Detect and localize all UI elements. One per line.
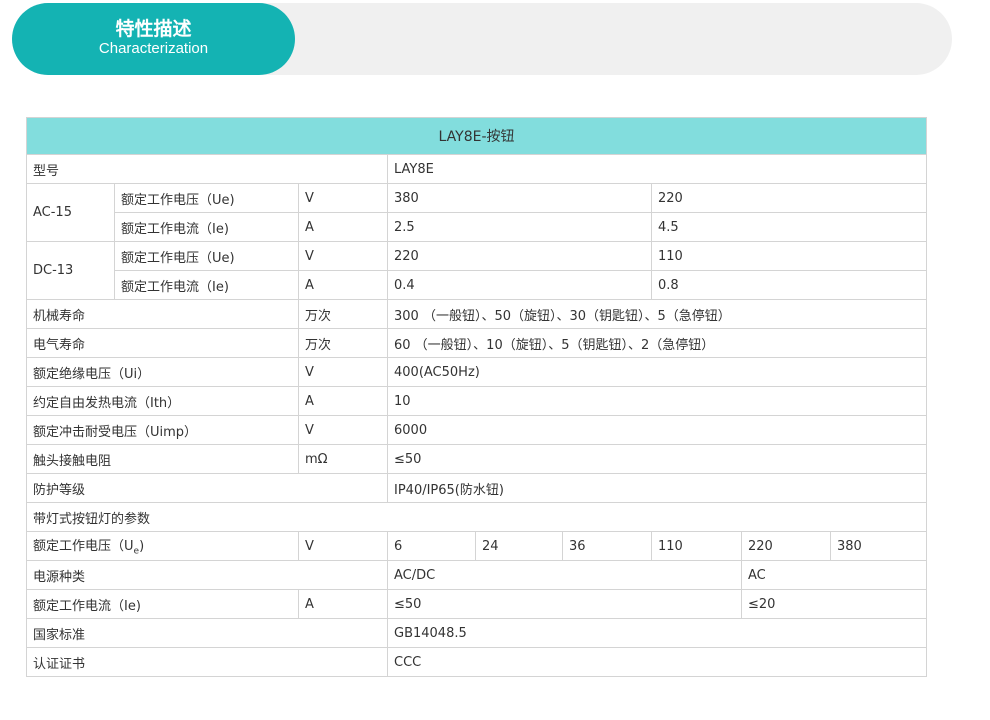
thermal-unit: A [298,386,388,416]
ac15-voltage-value-1: 380 [387,183,652,213]
ac15-voltage-unit: V [298,183,388,213]
power-type-value-1: AC/DC [387,560,742,590]
model-value: LAY8E [386,154,928,184]
dc13-voltage-value-1: 220 [387,241,652,271]
certificate-value: CCC [386,647,928,677]
lamp-current-value-1: ≤50 [387,589,742,619]
mech-life-unit: 万次 [298,299,388,329]
table-row-dc13-current: 额定工作电流（Ie) A 0.4 0.8 [27,270,928,300]
power-type-label: 电源种类 [26,560,388,590]
lamp-params-label: 带灯式按钮灯的参数 [25,502,928,532]
table-row-thermal: 约定自由发热电流（Ith） A 10 [26,386,928,416]
table-row-contact-resistance: 触头接触电阻 mΩ ≤50 [26,444,928,474]
lamp-voltage-label-suffix: ) [139,539,145,555]
table-row-ac15-voltage: AC-15 额定工作电压（Ue) V 380 220 [26,183,928,242]
ac15-label: AC-15 [26,183,115,242]
elec-life-unit: 万次 [298,328,388,358]
dc13-current-value-2: 0.8 [650,270,928,300]
table-row-protection: 防护等级 IP40/IP65(防水钮) [26,473,928,503]
insulation-value: 400(AC50Hz) [386,357,928,387]
section-title-badge: 特性描述 Characterization [12,3,295,75]
certificate-label: 认证证书 [26,647,388,677]
lamp-current-unit: A [298,589,388,619]
contact-resistance-label: 触头接触电阻 [26,444,299,474]
lamp-voltage-unit: V [298,531,388,561]
ac15-current-label: 额定工作电流（Ie) [114,212,299,242]
ac15-voltage-label: 额定工作电压（Ue) [114,183,299,213]
lamp-voltage-label-prefix: 额定工作电压（U [33,539,134,555]
elec-life-value: 60 （一般钮）、10（旋钮）、5（钥匙钮）、2（急停钮） [386,328,928,358]
impulse-value: 6000 [386,415,928,445]
lamp-voltage-value-5: 220 [741,531,831,561]
table-row-impulse: 额定冲击耐受电压（Uimp） V 6000 [26,415,928,445]
power-type-value-2: AC [740,560,928,590]
section-title-cn: 特性描述 [115,18,192,40]
thermal-label: 约定自由发热电流（Ith） [26,386,299,416]
table-row-standard: 国家标准 GB14048.5 [26,618,928,648]
lamp-voltage-value-2: 24 [475,531,563,561]
table-row-lamp-current: 额定工作电流（Ie) A ≤50 ≤20 [26,589,928,619]
dc13-current-unit: A [298,270,388,300]
lamp-current-value-2: ≤20 [740,589,928,619]
lamp-voltage-label: 额定工作电压（Ue) [26,531,299,561]
lamp-voltage-value-4: 110 [651,531,742,561]
dc13-current-label: 额定工作电流（Ie) [114,270,299,300]
lamp-voltage-value-3: 36 [562,531,652,561]
lamp-current-label: 额定工作电流（Ie) [26,589,299,619]
dc13-current-value-1: 0.4 [387,270,652,300]
impulse-label: 额定冲击耐受电压（Uimp） [26,415,299,445]
table-row-insulation: 额定绝缘电压（Ui） V 400(AC50Hz) [26,357,928,387]
insulation-label: 额定绝缘电压（Ui） [26,357,299,387]
mech-life-value: 300 （一般钮）、50（旋钮）、30（钥匙钮）、5（急停钮） [386,299,928,329]
section-title-en: Characterization [98,40,209,57]
ac15-voltage-value-2: 220 [650,183,928,213]
contact-resistance-unit: mΩ [298,444,388,474]
dc13-label: DC-13 [26,241,115,300]
table-row-dc13-voltage: DC-13 额定工作电压（Ue) V 220 110 [26,241,928,300]
standard-value: GB14048.5 [386,618,928,648]
table-row-mech-life: 机械寿命 万次 300 （一般钮）、50（旋钮）、30（钥匙钮）、5（急停钮） [26,299,928,329]
table-row-elec-life: 电气寿命 万次 60 （一般钮）、10（旋钮）、5（钥匙钮）、2（急停钮） [26,328,928,358]
table-row-lamp-params: 带灯式按钮灯的参数 [25,502,928,532]
table-title: LAY8E-按钮 [25,117,928,155]
table-row-lamp-voltage: 额定工作电压（Ue) V 6 24 36 110 220 380 [26,531,928,561]
contact-resistance-value: ≤50 [386,444,928,474]
mech-life-label: 机械寿命 [26,299,299,329]
ac15-current-value-1: 2.5 [387,212,652,242]
table-title-row: LAY8E-按钮 [25,117,928,155]
thermal-value: 10 [386,386,928,416]
insulation-unit: V [298,357,388,387]
protection-value: IP40/IP65(防水钮) [386,473,928,503]
protection-label: 防护等级 [26,473,388,503]
impulse-unit: V [298,415,388,445]
dc13-voltage-unit: V [298,241,388,271]
standard-label: 国家标准 [26,618,388,648]
table-row-ac15-current: 额定工作电流（Ie) A 2.5 4.5 [27,212,928,242]
table-row-model: 型号 LAY8E [26,154,928,184]
elec-life-label: 电气寿命 [26,328,299,358]
table-row-certificate: 认证证书 CCC [26,647,928,677]
dc13-voltage-label: 额定工作电压（Ue) [114,241,299,271]
model-label: 型号 [26,154,388,184]
dc13-voltage-value-2: 110 [650,241,928,271]
spec-table: LAY8E-按钮 型号 LAY8E AC-15 额定工作电压（Ue) V 380… [25,117,928,677]
ac15-current-value-2: 4.5 [650,212,928,242]
lamp-voltage-value-6: 380 [829,531,928,561]
ac15-current-unit: A [298,212,388,242]
lamp-voltage-value-1: 6 [387,531,476,561]
table-row-power-type: 电源种类 AC/DC AC [26,560,928,590]
